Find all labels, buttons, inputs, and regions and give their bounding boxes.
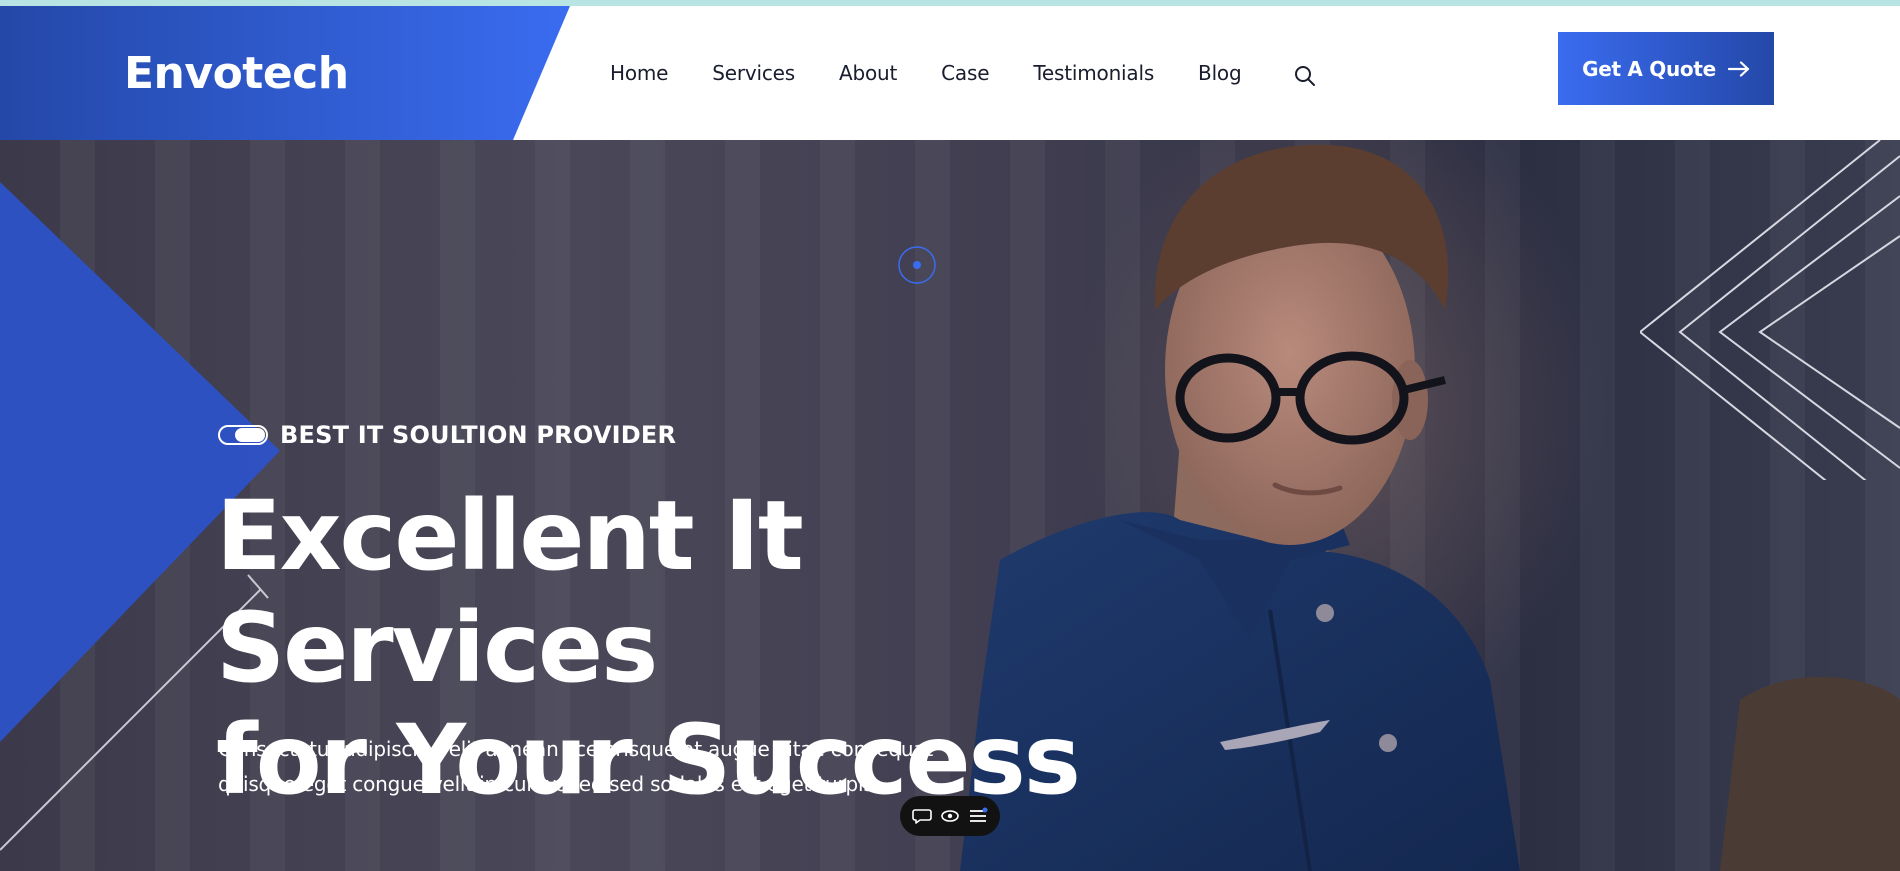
hero-description: Consectetur adipiscing elit aenean scele… [218, 732, 938, 802]
comment-icon[interactable] [911, 805, 933, 827]
nav-item-about[interactable]: About [839, 61, 897, 85]
brand-logo[interactable]: Envotech [124, 48, 349, 99]
hero-description-line-2: quisque eget congue velit in cursus leo … [218, 772, 880, 796]
arrow-right-icon [1727, 60, 1749, 77]
nav-item-home[interactable]: Home [610, 61, 668, 85]
floating-toolbar [900, 796, 1000, 836]
site-header: Envotech Home Services About Case Testim… [0, 6, 1900, 140]
menu-icon[interactable] [967, 805, 989, 827]
main-nav: Home Services About Case Testimonials Bl… [610, 6, 1285, 140]
toggle-icon [218, 425, 268, 445]
decorative-chevrons-right [1640, 140, 1900, 480]
page: Envotech Home Services About Case Testim… [0, 0, 1900, 871]
nav-item-testimonials[interactable]: Testimonials [1033, 61, 1154, 85]
eye-icon[interactable] [939, 805, 961, 827]
hero-title-line-1: Excellent It Services [216, 480, 804, 704]
get-a-quote-label: Get A Quote [1582, 56, 1716, 81]
decorative-circle-dot [898, 246, 936, 284]
hero-section: BEST IT SOULTION PROVIDER Excellent It S… [0, 140, 1900, 871]
hero-description-line-1: Consectetur adipiscing elit aenean scele… [218, 737, 934, 761]
hero-tagline: BEST IT SOULTION PROVIDER [280, 421, 677, 449]
nav-item-blog[interactable]: Blog [1198, 61, 1242, 85]
nav-item-services[interactable]: Services [712, 61, 795, 85]
hero-tagline-row: BEST IT SOULTION PROVIDER [218, 421, 676, 449]
nav-item-case[interactable]: Case [941, 61, 989, 85]
get-a-quote-button[interactable]: Get A Quote [1558, 32, 1774, 105]
search-icon[interactable] [1293, 64, 1317, 88]
